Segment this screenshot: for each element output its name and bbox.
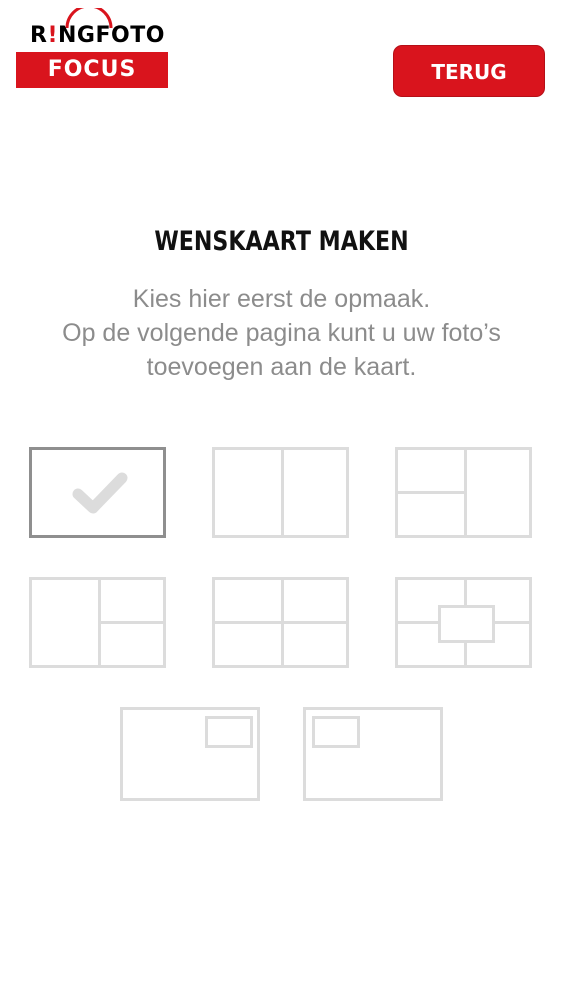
layout-option-four-grid[interactable] [212, 577, 349, 668]
layout-option-single[interactable] [29, 447, 166, 538]
checkmark-icon [72, 472, 128, 514]
instructions-line: Op de volgende pagina kunt u uw foto’s [62, 319, 501, 347]
instructions-line: Kies hier eerst de opmaak. [132, 285, 431, 313]
layout-option-left-split-right-full[interactable] [395, 447, 532, 538]
page-title: WENSKAART MAKEN [154, 226, 409, 257]
logo-focus-bar: FOCUS [16, 52, 168, 88]
instructions-text: Kies hier eerst de opmaak. Op de volgend… [0, 282, 563, 384]
layout-option-inset-top-right[interactable] [120, 707, 260, 801]
layout-option-four-grid-center-inset[interactable] [395, 577, 532, 668]
layout-option-inset-top-left[interactable] [303, 707, 443, 801]
layout-option-left-full-right-split[interactable] [29, 577, 166, 668]
instructions-line: toevoegen aan de kaart. [146, 353, 417, 381]
logo-wordmark: R!NGFOTO [30, 23, 165, 48]
layout-option-two-columns[interactable] [212, 447, 349, 538]
ringfoto-focus-logo: R!NGFOTO FOCUS [16, 8, 168, 88]
back-button[interactable]: TERUG [393, 45, 545, 97]
